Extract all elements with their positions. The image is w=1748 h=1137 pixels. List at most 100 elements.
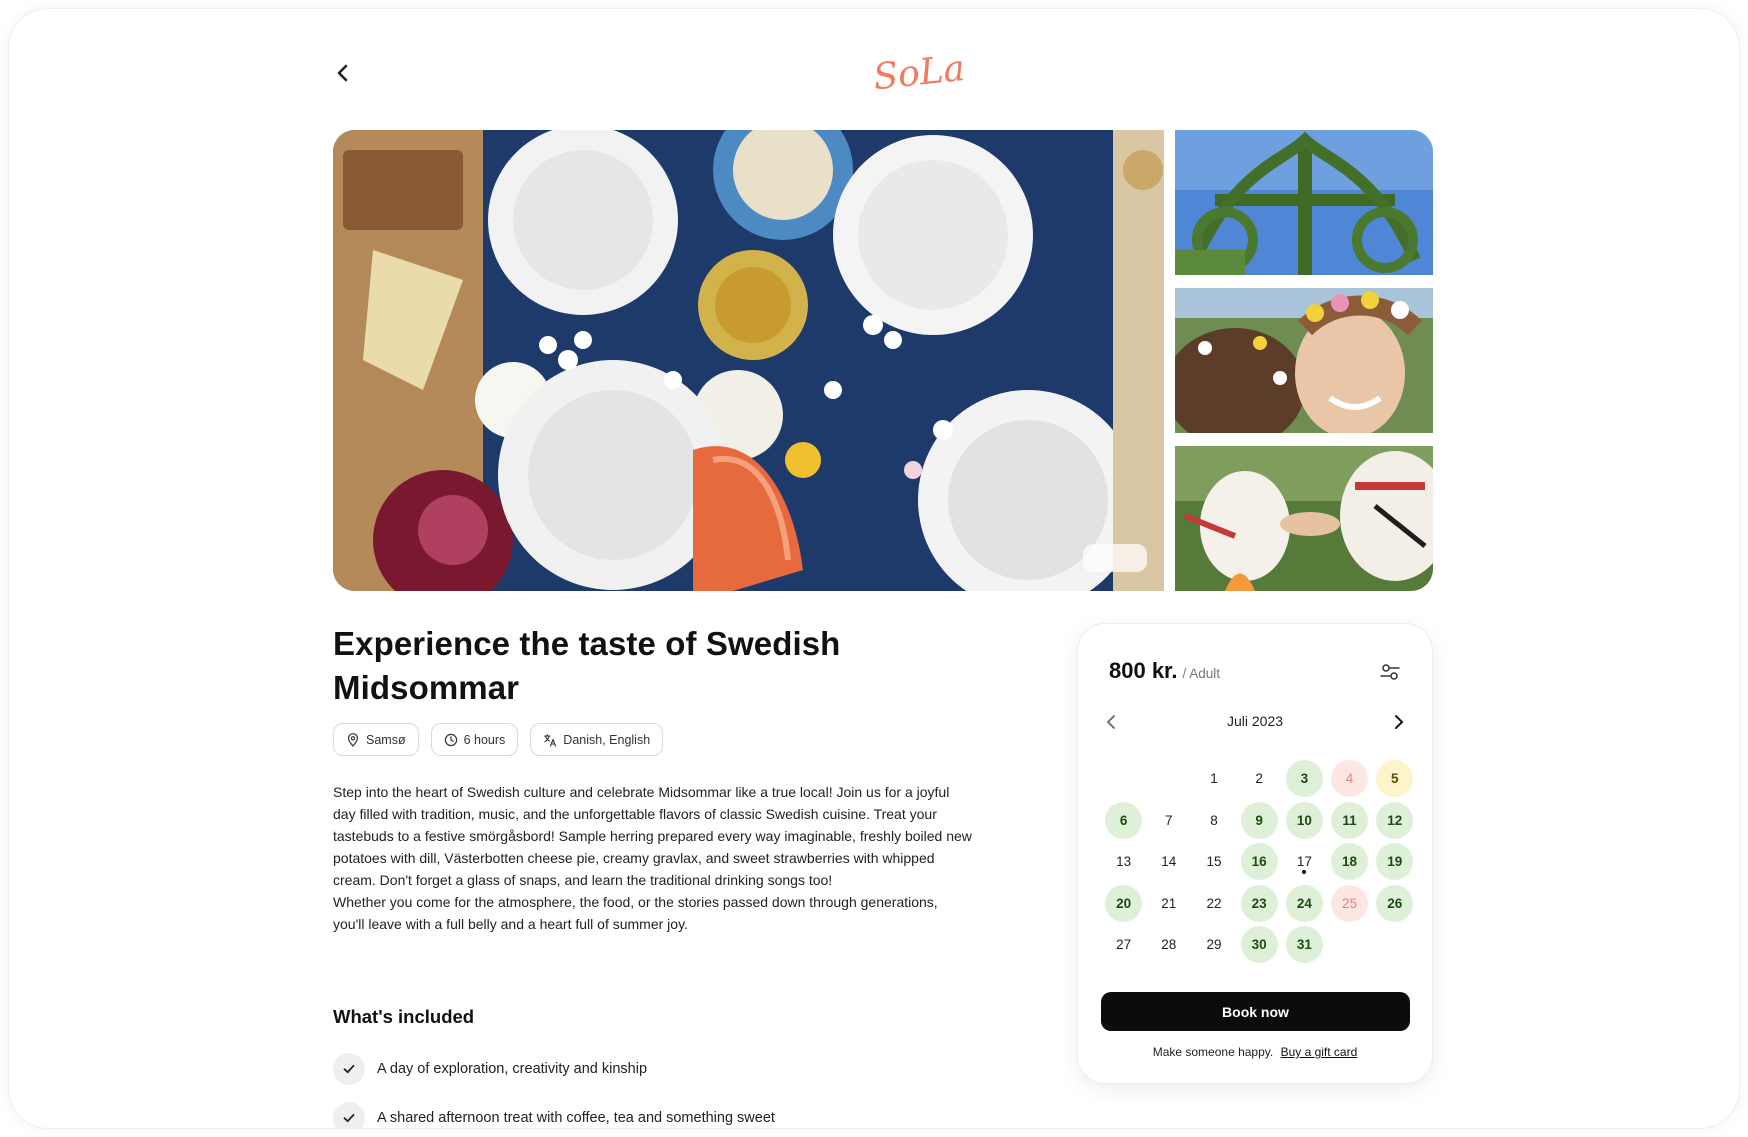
calendar-week: 6 7 8 9 10 11 12 <box>1101 800 1414 842</box>
calendar-cell: 19 <box>1372 841 1417 883</box>
calendar-day-1: 1 <box>1210 771 1218 787</box>
clock-icon <box>444 733 457 746</box>
tag-location: Samsø <box>333 723 419 756</box>
description-paragraph: Step into the heart of Swedish culture a… <box>333 784 972 888</box>
calendar-day-17: 17 <box>1286 843 1323 880</box>
calendar-cell <box>1327 924 1372 966</box>
calendar-cell: 9 <box>1237 800 1282 842</box>
side-photo-flower-crown[interactable] <box>1175 288 1433 433</box>
calendar-cell: 3 <box>1282 758 1327 800</box>
calendar-day-27: 27 <box>1116 937 1132 953</box>
price-amount: 800 kr. <box>1109 658 1178 683</box>
tag-location-label: Samsø <box>366 732 406 747</box>
included-item-label: A shared afternoon treat with coffee, te… <box>377 1110 775 1126</box>
calendar-cell: 7 <box>1146 800 1191 842</box>
calendar-cell: 20 <box>1101 883 1146 925</box>
booking-card: 800 kr. / Adult Juli 2023 1 2 3 4 5 6 7 … <box>1077 623 1433 1084</box>
calendar-cell: 6 <box>1101 800 1146 842</box>
photo-gallery <box>333 130 1433 591</box>
svg-text:SoLab: SoLab <box>871 45 965 98</box>
calendar-cell: 18 <box>1327 841 1372 883</box>
calendar-cell: 17 <box>1282 841 1327 883</box>
calendar-day-12[interactable]: 12 <box>1376 801 1414 839</box>
included-item-label: A day of exploration, creativity and kin… <box>377 1061 648 1077</box>
back-button[interactable] <box>331 61 355 85</box>
calendar-day-8: 8 <box>1210 812 1218 828</box>
calendar-week: 27 28 29 30 31 <box>1101 924 1412 966</box>
calendar-day-5[interactable]: 5 <box>1376 760 1414 798</box>
side-photo-maypole[interactable] <box>1175 130 1433 275</box>
calendar-grid: 1 2 3 4 5 6 7 8 9 10 11 12 13 14 15 16 17 18 19 20 21 22 23 24 2… <box>1101 758 1414 966</box>
calendar-cell: 21 <box>1146 883 1191 925</box>
sliders-icon <box>1380 664 1400 680</box>
calendar-day-6[interactable]: 6 <box>1105 801 1143 839</box>
calendar-cell: 5 <box>1372 758 1417 800</box>
calendar-cell: 4 <box>1327 758 1372 800</box>
calendar-cell: 29 <box>1191 924 1236 966</box>
calendar-day-28: 28 <box>1161 937 1177 953</box>
price: 800 kr. / Adult <box>1109 658 1220 684</box>
calendar-day-11[interactable]: 11 <box>1331 801 1369 839</box>
calendar-day-23[interactable]: 23 <box>1240 884 1278 922</box>
calendar-day-26[interactable]: 26 <box>1376 884 1414 922</box>
month-navigation: Juli 2023 <box>1100 710 1410 734</box>
tag-languages-label: Danish, English <box>563 732 651 747</box>
calendar-cell: 12 <box>1372 800 1417 842</box>
check-icon <box>333 1053 365 1085</box>
calendar-day-22: 22 <box>1206 895 1222 911</box>
included-item: A day of exploration, creativity and kin… <box>333 1053 647 1085</box>
chevron-right-icon <box>1395 715 1403 729</box>
tag-duration: 6 hours <box>430 723 519 756</box>
calendar-cell: 25 <box>1327 883 1372 925</box>
calendar-cell: 28 <box>1146 924 1191 966</box>
calendar-day-31[interactable]: 31 <box>1285 926 1323 964</box>
calendar-day-9[interactable]: 9 <box>1240 801 1278 839</box>
included-heading: What's included <box>333 1006 475 1027</box>
calendar-day-18[interactable]: 18 <box>1331 843 1369 881</box>
calendar-day-15: 15 <box>1206 854 1222 870</box>
calendar-day-3[interactable]: 3 <box>1285 760 1323 798</box>
calendar-cell: 27 <box>1101 924 1146 966</box>
page-title: Experience the taste of Swedish Midsomma… <box>333 625 841 706</box>
book-now-button[interactable]: Book now <box>1101 992 1410 1031</box>
calendar-day-20[interactable]: 20 <box>1105 884 1143 922</box>
translate-icon <box>544 733 557 747</box>
calendar-cell: 16 <box>1237 841 1282 883</box>
calendar-cell: 13 <box>1101 841 1146 883</box>
calendar-cell: 26 <box>1372 883 1417 925</box>
check-icon <box>333 1102 365 1128</box>
calendar-day-19[interactable]: 19 <box>1376 843 1414 881</box>
calendar-cell: 10 <box>1282 800 1327 842</box>
calendar-day-30[interactable]: 30 <box>1240 926 1278 964</box>
gift-card-line: Make someone happy. Buy a gift card <box>1078 1045 1432 1059</box>
main-photo[interactable] <box>333 130 1164 591</box>
photo-pager[interactable] <box>1083 544 1147 572</box>
gift-text: Make someone happy. <box>1152 1045 1274 1059</box>
included-item: A shared afternoon treat with coffee, te… <box>333 1102 775 1128</box>
chevron-left-icon <box>337 64 348 82</box>
filter-button[interactable] <box>1378 660 1402 684</box>
gift-card-link[interactable]: Buy a gift card <box>1281 1045 1358 1059</box>
calendar-cell <box>1372 924 1417 966</box>
calendar-week: 20 21 22 23 24 25 26 <box>1101 883 1414 925</box>
price-unit: / Adult <box>1182 666 1221 681</box>
calendar-day-4: 4 <box>1331 760 1369 798</box>
brand-logo[interactable]: SoLab <box>865 41 989 101</box>
side-photo-dance[interactable] <box>1175 446 1433 591</box>
calendar-cell <box>1146 758 1191 800</box>
calendar-day-24[interactable]: 24 <box>1285 884 1323 922</box>
next-month-button[interactable] <box>1386 710 1410 734</box>
calendar-day-13: 13 <box>1116 854 1132 870</box>
calendar-day-2: 2 <box>1255 771 1263 787</box>
calendar-cell: 8 <box>1191 800 1236 842</box>
calendar-cell: 11 <box>1327 800 1372 842</box>
tag-duration-label: 6 hours <box>463 732 506 747</box>
calendar-cell: 22 <box>1191 883 1236 925</box>
calendar-day-14: 14 <box>1161 854 1177 870</box>
calendar-day-7: 7 <box>1165 812 1173 828</box>
calendar-day-16[interactable]: 16 <box>1240 843 1278 881</box>
calendar-cell: 2 <box>1237 758 1282 800</box>
calendar-week: 13 14 15 16 17 18 19 <box>1101 841 1414 883</box>
calendar-cell: 15 <box>1191 841 1236 883</box>
calendar-day-10[interactable]: 10 <box>1285 801 1323 839</box>
